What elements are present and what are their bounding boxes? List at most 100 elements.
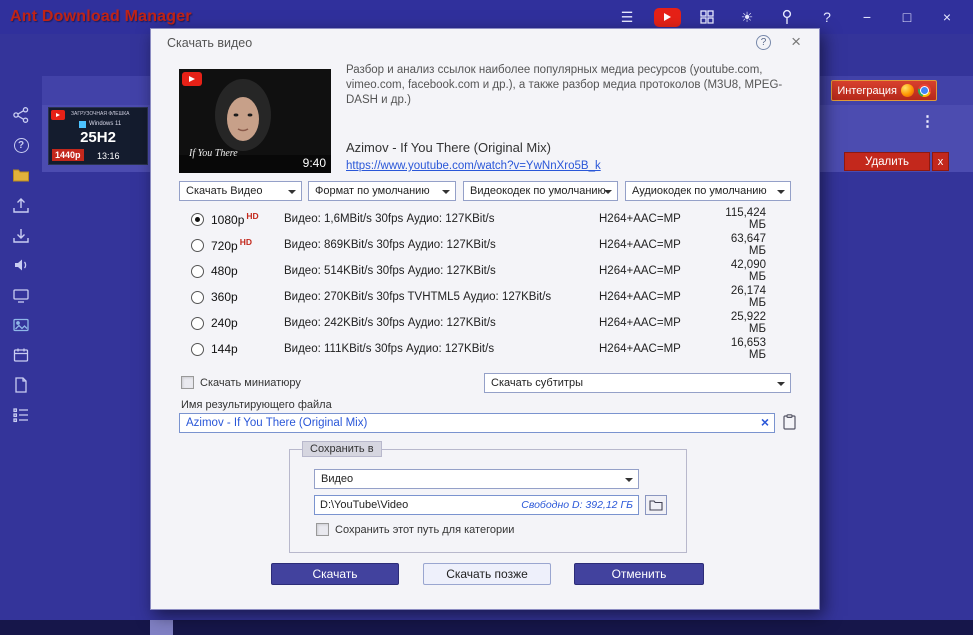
quality-list: 1080p HD Видео: 1,6MBit/s 30fps Аудио: 12… <box>179 206 791 362</box>
checkbox[interactable] <box>181 376 194 389</box>
download-later-button[interactable]: Скачать позже <box>423 563 551 585</box>
list-item-thumbnail[interactable]: ЗАГРУЗОЧНАЯ ФЛЕШКА Windows 11 25H2 1440p… <box>48 107 148 165</box>
taskbar-segment[interactable] <box>150 620 173 635</box>
radio-button[interactable] <box>191 316 204 330</box>
save-path-for-category-option[interactable]: Сохранить этот путь для категории <box>316 523 514 536</box>
integration-button[interactable]: Интеграция <box>831 80 937 101</box>
video-title: Azimov - If You There (Original Mix) <box>346 140 551 155</box>
windows-logo-icon <box>79 121 86 128</box>
playlist-icon[interactable] <box>11 406 31 424</box>
radio-button[interactable] <box>191 290 204 304</box>
subtitles-dropdown-value: Скачать субтитры <box>491 377 583 389</box>
save-path-input[interactable]: D:\YouTube\Video Свободно D: 392,12 ГБ <box>314 495 639 515</box>
subtitles-dropdown[interactable]: Скачать субтитры <box>484 373 791 393</box>
audio-codec-dropdown[interactable]: Аудиокодек по умолчанию <box>625 181 791 201</box>
quality-size: 42,090 МБ <box>730 259 766 283</box>
quality-codec: H264+AAC=MP <box>599 291 681 303</box>
quality-label: 360p <box>211 290 238 304</box>
video-icon[interactable] <box>11 286 31 304</box>
quality-option-360p[interactable]: 360p Видео: 270KBit/s 30fps TVHTML5 Ауди… <box>179 284 791 310</box>
video-url-link[interactable]: https://www.youtube.com/watch?v=YwNnXro5… <box>346 160 601 172</box>
radio-button[interactable] <box>191 238 204 252</box>
quality-details: Видео: 514KBit/s 30fps Аудио: 127KBit/s <box>284 265 496 277</box>
play-icon <box>663 13 671 21</box>
download-thumbnail-option[interactable]: Скачать миниатюру <box>181 376 301 389</box>
dialog-close-icon[interactable]: × <box>791 32 801 52</box>
download-icon[interactable] <box>11 226 31 244</box>
integration-sites-icon[interactable] <box>11 106 31 124</box>
download-button[interactable]: Скачать <box>271 563 399 585</box>
quality-details: Видео: 1,6MBit/s 30fps Аудио: 127KBit/s <box>284 213 495 225</box>
chrome-icon <box>918 84 931 97</box>
dialog-title: Скачать видео <box>167 36 253 50</box>
delete-button[interactable]: Удалить <box>844 152 930 171</box>
quality-size: 63,647 МБ <box>730 233 766 257</box>
integration-label: Интеграция <box>837 84 897 97</box>
cancel-button[interactable]: Отменить <box>574 563 704 585</box>
save-path-label: Сохранить этот путь для категории <box>335 523 515 536</box>
format-dropdown[interactable]: Формат по умолчанию <box>308 181 456 201</box>
checkbox[interactable] <box>316 523 329 536</box>
upload-icon[interactable] <box>11 196 31 214</box>
audio-icon[interactable] <box>11 256 31 274</box>
quality-option-480p[interactable]: 480p Видео: 514KBit/s 30fps Аудио: 127KB… <box>179 258 791 284</box>
help-icon[interactable]: ? <box>11 136 31 154</box>
video-thumbnail: If You There 9:40 <box>179 69 331 173</box>
save-to-legend: Сохранить в <box>302 441 382 457</box>
quality-label: 240p <box>211 316 238 330</box>
quality-label: 1080p <box>211 213 245 227</box>
firefox-icon <box>901 84 914 97</box>
youtube-badge-icon <box>51 110 65 120</box>
paste-icon[interactable] <box>781 414 797 432</box>
thumbnail-overlay-text: If You There <box>189 148 238 159</box>
quality-option-240p[interactable]: 240p Видео: 242KBit/s 30fps Аудио: 127KB… <box>179 310 791 336</box>
quality-option-144p[interactable]: 144p Видео: 111KBit/s 30fps Аудио: 127KB… <box>179 336 791 362</box>
maximize-button[interactable]: □ <box>887 0 927 34</box>
folder-icon[interactable] <box>11 166 31 184</box>
quality-codec: H264+AAC=MP <box>599 317 681 329</box>
quality-codec: H264+AAC=MP <box>599 239 681 251</box>
quality-option-720p[interactable]: 720p HD Видео: 869KBit/s 30fps Аудио: 127… <box>179 232 791 258</box>
free-space-label: Свободно D: 392,12 ГБ <box>521 499 633 511</box>
browse-folder-button[interactable] <box>645 495 667 515</box>
quality-details: Видео: 869KBit/s 30fps Аудио: 127KBit/s <box>284 239 496 251</box>
filename-input[interactable] <box>179 413 775 433</box>
radio-button[interactable] <box>191 342 204 356</box>
quality-label: 720p <box>211 239 238 253</box>
action-dropdown[interactable]: Скачать Видео <box>179 181 302 201</box>
download-thumbnail-label: Скачать миниатюру <box>200 376 301 389</box>
quality-details: Видео: 111KBit/s 30fps Аудио: 127KBit/s <box>284 343 495 355</box>
category-dropdown[interactable]: Видео <box>314 469 639 489</box>
action-dropdown-value: Скачать Видео <box>186 185 263 197</box>
dialog-header: Скачать видео ? × <box>151 29 819 55</box>
quality-size: 26,174 МБ <box>730 285 766 309</box>
radio-button[interactable] <box>191 212 204 226</box>
filename-field: × <box>179 413 775 433</box>
youtube-badge-icon <box>182 72 202 86</box>
document-icon[interactable] <box>11 376 31 394</box>
video-codec-dropdown[interactable]: Видеокодек по умолчанию <box>463 181 618 201</box>
quality-codec: H264+AAC=MP <box>599 265 681 277</box>
close-button[interactable]: × <box>927 0 967 34</box>
service-description: Разбор и анализ ссылок наиболее популярн… <box>346 64 783 106</box>
minimize-button[interactable]: − <box>847 0 887 34</box>
image-icon[interactable] <box>11 316 31 334</box>
quality-option-1080p[interactable]: 1080p HD Видео: 1,6MBit/s 30fps Аудио: 12… <box>179 206 791 232</box>
item-menu-icon[interactable]: ⋮ <box>920 112 935 130</box>
thumb-text-line1: ЗАГРУЗОЧНАЯ ФЛЕШКА <box>71 111 130 117</box>
format-dropdown-value: Формат по умолчанию <box>315 185 430 197</box>
quality-size: 115,424 МБ <box>725 207 766 231</box>
sidebar: ? <box>0 34 42 620</box>
category-value: Видео <box>321 473 354 485</box>
close-item-button[interactable]: x <box>932 152 949 171</box>
clear-filename-icon[interactable]: × <box>761 414 769 430</box>
quality-badge: 1440p <box>52 149 84 161</box>
schedule-icon[interactable] <box>11 346 31 364</box>
quality-label: 144p <box>211 342 238 356</box>
dialog-help-icon[interactable]: ? <box>756 35 771 50</box>
filename-label: Имя результирующего файла <box>181 399 332 411</box>
radio-button[interactable] <box>191 264 204 278</box>
thumb-title: 25H2 <box>80 129 116 146</box>
quality-codec: H264+AAC=MP <box>599 343 681 355</box>
duration-label: 13:16 <box>97 151 120 161</box>
